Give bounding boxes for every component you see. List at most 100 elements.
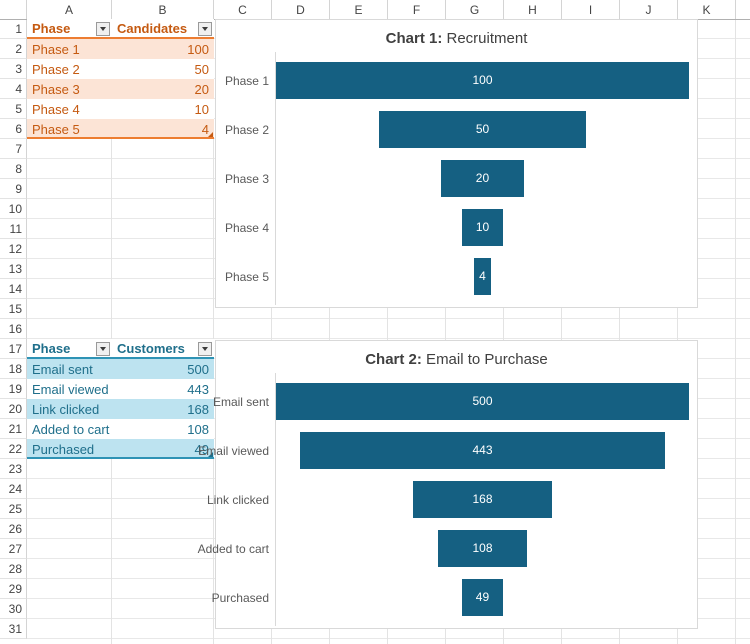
row-header-1[interactable]: 1 — [0, 19, 27, 39]
table-cell-phase[interactable]: Phase 2 — [27, 59, 112, 79]
table-row[interactable]: Phase 1 100 — [27, 39, 214, 59]
funnel-bar[interactable]: 108 — [437, 529, 528, 568]
row-header-21[interactable]: 21 — [0, 419, 27, 439]
table-cell-value[interactable]: 10 — [112, 99, 214, 119]
row-header-4[interactable]: 4 — [0, 79, 27, 99]
row-header-3[interactable]: 3 — [0, 59, 27, 79]
table-row[interactable]: Link clicked 168 — [27, 399, 214, 419]
table-cell-value[interactable]: 168 — [112, 399, 214, 419]
row-header-23[interactable]: 23 — [0, 459, 27, 479]
row-header-31[interactable]: 31 — [0, 619, 27, 639]
row-header-26[interactable]: 26 — [0, 519, 27, 539]
funnel-bar[interactable]: 4 — [474, 257, 491, 296]
row-header-24[interactable]: 24 — [0, 479, 27, 499]
row-header-22[interactable]: 22 — [0, 439, 27, 459]
row-header-5[interactable]: 5 — [0, 99, 27, 119]
column-header-I[interactable]: I — [562, 0, 620, 19]
table-cell-value[interactable]: 443 — [112, 379, 214, 399]
bar-data-label: 168 — [472, 492, 493, 507]
row-header-8[interactable]: 8 — [0, 159, 27, 179]
table-resize-handle[interactable] — [208, 132, 213, 137]
row-header-20[interactable]: 20 — [0, 399, 27, 419]
table-bottom-border — [27, 457, 214, 459]
row-header-27[interactable]: 27 — [0, 539, 27, 559]
row-header-10[interactable]: 10 — [0, 199, 27, 219]
table-row[interactable]: Phase 3 20 — [27, 79, 214, 99]
row-header-30[interactable]: 30 — [0, 599, 27, 619]
column-header-E[interactable]: E — [330, 0, 388, 19]
table-cell-phase[interactable]: Link clicked — [27, 399, 112, 419]
table-cell-value[interactable]: 50 — [112, 59, 214, 79]
column-header-D[interactable]: D — [272, 0, 330, 19]
row-header-15[interactable]: 15 — [0, 299, 27, 319]
column-header-B[interactable]: B — [112, 0, 214, 19]
chart-recruitment[interactable]: Chart 1: Recruitment Phase 1 100 Phase 2 50… — [215, 19, 698, 308]
row-header-16[interactable]: 16 — [0, 319, 27, 339]
table-cell-phase[interactable]: Phase 4 — [27, 99, 112, 119]
funnel-bar[interactable]: 100 — [276, 61, 689, 100]
funnel-bar[interactable]: 50 — [379, 110, 586, 149]
table-cell-phase[interactable]: Added to cart — [27, 419, 112, 439]
bar-data-label: 4 — [479, 269, 486, 284]
bar-data-label: 500 — [472, 394, 493, 409]
column-header-A[interactable]: A — [27, 0, 112, 19]
row-header-11[interactable]: 11 — [0, 219, 27, 239]
table-cell-phase[interactable]: Phase 3 — [27, 79, 112, 99]
row-header-29[interactable]: 29 — [0, 579, 27, 599]
row-header-12[interactable]: 12 — [0, 239, 27, 259]
table-row[interactable]: Added to cart 108 — [27, 419, 214, 439]
table-header-label: Candidates — [117, 20, 188, 36]
table-row[interactable]: Email sent 500 — [27, 359, 214, 379]
row-header-7[interactable]: 7 — [0, 139, 27, 159]
table-email-to-purchase[interactable]: Phase Customers Email sent 500 Email viewed 4… — [27, 339, 214, 459]
table-cell-value[interactable]: 100 — [112, 39, 214, 59]
row-header-14[interactable]: 14 — [0, 279, 27, 299]
table-cell-phase[interactable]: Email sent — [27, 359, 112, 379]
chart-email-to-purchase[interactable]: Chart 2: Email to Purchase Email sent 500… — [198, 340, 698, 629]
column-header-strip[interactable]: ABCDEFGHIJK — [0, 0, 750, 20]
table-recruitment[interactable]: Phase Candidates Phase 1 100 Phase 2 50 Phase … — [27, 19, 214, 139]
table-row[interactable]: Phase 54 — [27, 119, 214, 139]
table-cell-phase[interactable]: Purchased — [27, 439, 112, 459]
column-header-H[interactable]: H — [504, 0, 562, 19]
select-all-corner[interactable] — [0, 0, 27, 19]
table-cell-phase[interactable]: Email viewed — [27, 379, 112, 399]
table-cell-value[interactable]: 500 — [112, 359, 214, 379]
table-cell-value[interactable]: 108 — [112, 419, 214, 439]
row-header-6[interactable]: 6 — [0, 119, 27, 139]
funnel-bar[interactable]: 443 — [299, 431, 666, 470]
funnel-bar[interactable]: 10 — [461, 208, 504, 247]
row-header-9[interactable]: 9 — [0, 179, 27, 199]
row-header-18[interactable]: 18 — [0, 359, 27, 379]
table-row[interactable]: Phase 4 10 — [27, 99, 214, 119]
column-header-G[interactable]: G — [446, 0, 504, 19]
table-row[interactable]: Phase 2 50 — [27, 59, 214, 79]
filter-dropdown-icon[interactable] — [198, 22, 212, 36]
column-header-F[interactable]: F — [388, 0, 446, 19]
table-cell-phase[interactable]: Phase 5 — [27, 119, 112, 139]
row-header-2[interactable]: 2 — [0, 39, 27, 59]
funnel-bar[interactable]: 49 — [462, 578, 503, 617]
row-header-13[interactable]: 13 — [0, 259, 27, 279]
table-row[interactable]: Purchased 49 — [27, 439, 214, 459]
row-header-19[interactable]: 19 — [0, 379, 27, 399]
funnel-bar[interactable]: 168 — [413, 480, 552, 519]
category-axis-label: Phase 4 — [224, 220, 269, 235]
funnel-bar[interactable]: 500 — [276, 382, 689, 421]
table-cell-value[interactable]: 4 — [112, 119, 214, 139]
filter-dropdown-icon[interactable] — [96, 342, 110, 356]
row-header-25[interactable]: 25 — [0, 499, 27, 519]
table-cell-value[interactable]: 20 — [112, 79, 214, 99]
table-row[interactable]: Email viewed 443 — [27, 379, 214, 399]
funnel-bar[interactable]: 20 — [441, 159, 524, 198]
column-header-K[interactable]: K — [678, 0, 736, 19]
table-cell-phase[interactable]: Phase 1 — [27, 39, 112, 59]
chevron-down-icon — [202, 27, 208, 31]
column-header-C[interactable]: C — [214, 0, 272, 19]
column-header-J[interactable]: J — [620, 0, 678, 19]
filter-dropdown-icon[interactable] — [198, 342, 212, 356]
table-header-row: Phase Customers — [27, 339, 214, 359]
filter-dropdown-icon[interactable] — [96, 22, 110, 36]
row-header-28[interactable]: 28 — [0, 559, 27, 579]
row-header-17[interactable]: 17 — [0, 339, 27, 359]
